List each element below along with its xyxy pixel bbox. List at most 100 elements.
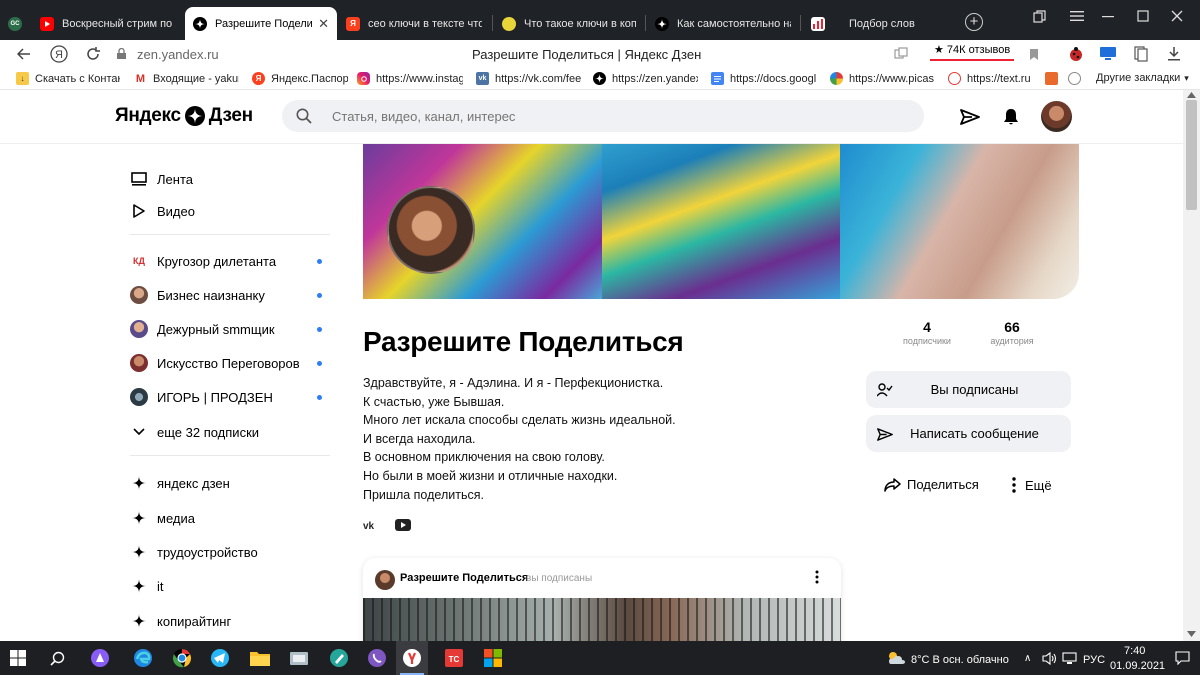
bookmark-item[interactable]: https://www.picas bbox=[830, 72, 936, 85]
sidebar-interest[interactable]: яндекс дзен bbox=[130, 472, 330, 494]
alice-assistant-icon[interactable] bbox=[88, 646, 112, 670]
telegram-icon[interactable] bbox=[208, 646, 232, 670]
screen-extension-icon[interactable] bbox=[1099, 45, 1117, 63]
pen-app-icon[interactable] bbox=[327, 646, 351, 670]
tab-manager-icon[interactable] bbox=[1028, 5, 1050, 27]
file-explorer-icon[interactable] bbox=[248, 646, 272, 670]
vk-icon[interactable]: vk bbox=[362, 518, 380, 532]
sidebar-item-label: медиа bbox=[157, 510, 195, 526]
browser-menu-button[interactable]: GC bbox=[8, 7, 28, 40]
weather-cloud-icon[interactable] bbox=[884, 646, 908, 670]
sidebar-interest[interactable]: it bbox=[130, 575, 330, 597]
bookmark-item[interactable]: Я Яндекс.Паспорт bbox=[252, 72, 348, 85]
post-card[interactable]: Разрешите Поделиться вы подписаны bbox=[363, 558, 841, 641]
scroll-up-icon[interactable] bbox=[1187, 92, 1196, 98]
microsoft-store-icon[interactable] bbox=[481, 646, 505, 670]
sidebar-item-label: яндекс дзен bbox=[157, 475, 230, 491]
tab-6[interactable]: Подбор слов bbox=[803, 7, 953, 40]
pages-extension-icon[interactable] bbox=[1132, 45, 1150, 63]
sidebar-subscription[interactable]: Искусство Переговоров bbox=[130, 352, 330, 374]
post-image[interactable] bbox=[363, 598, 841, 641]
tab-1[interactable]: Воскресный стрим по Янд bbox=[32, 7, 184, 40]
chevron-up-icon[interactable]: ∧ bbox=[1024, 653, 1031, 664]
sidebar-more-subscriptions[interactable]: еще 32 подписки bbox=[130, 421, 330, 443]
tab-5[interactable]: Как самостоятельно напи bbox=[647, 7, 799, 40]
search-icon[interactable] bbox=[45, 646, 69, 670]
more-button[interactable]: Ещё bbox=[1011, 477, 1052, 493]
clock-time[interactable]: 7:40 bbox=[1124, 645, 1145, 657]
share-button[interactable]: Поделиться bbox=[884, 477, 979, 492]
send-message-icon[interactable] bbox=[959, 106, 981, 128]
new-tab-button[interactable]: + bbox=[965, 13, 983, 31]
sidebar-interest[interactable]: копирайтинг bbox=[130, 610, 330, 632]
translate-icon[interactable] bbox=[892, 45, 910, 63]
bookmark-item[interactable] bbox=[1045, 72, 1059, 85]
close-tab-icon[interactable]: ✕ bbox=[312, 16, 329, 32]
channel-title: Разрешите Поделиться bbox=[363, 326, 684, 357]
snipping-tool-icon[interactable] bbox=[287, 646, 311, 670]
sidebar-subscription[interactable]: КД Кругозор дилетанта bbox=[130, 250, 330, 272]
more-vertical-icon bbox=[1012, 477, 1016, 493]
bookmark-item[interactable]: https://docs.googl bbox=[711, 72, 818, 85]
tab-4[interactable]: Что такое ключи в копир bbox=[494, 7, 644, 40]
reload-button[interactable] bbox=[83, 44, 103, 64]
tab-3[interactable]: Я сео ключи в тексте что э bbox=[338, 7, 490, 40]
post-channel-avatar[interactable] bbox=[375, 570, 395, 590]
bookmark-icon[interactable] bbox=[1025, 45, 1043, 63]
url-text[interactable]: zen.yandex.ru bbox=[137, 47, 219, 62]
page-scrollbar[interactable] bbox=[1183, 90, 1200, 641]
bookmark-item[interactable]: ↓ Скачать с Контакт bbox=[16, 72, 120, 85]
post-channel-name[interactable]: Разрешите Поделиться bbox=[400, 572, 528, 584]
tab-2-active[interactable]: Разрешите Поделиться ✕ bbox=[185, 7, 337, 40]
post-subscription-status: вы подписаны bbox=[526, 573, 593, 584]
notifications-icon[interactable] bbox=[1170, 646, 1194, 670]
yandex-home-button[interactable]: Я bbox=[49, 44, 69, 64]
windows-start-icon[interactable] bbox=[6, 646, 30, 670]
reviews-badge[interactable]: ★ 74К отзывов bbox=[930, 43, 1015, 61]
download-icon[interactable] bbox=[1165, 45, 1183, 63]
zen-logo[interactable]: Яндекс Дзен bbox=[115, 105, 253, 127]
bookmark-item[interactable]: https://www.instag bbox=[357, 72, 463, 85]
close-window-icon[interactable] bbox=[1166, 5, 1188, 27]
zen-star-icon bbox=[130, 577, 148, 595]
bookmark-item[interactable]: M Входящие - yakun bbox=[134, 72, 239, 85]
subscribed-button[interactable]: Вы подписаны bbox=[866, 371, 1071, 408]
back-button[interactable] bbox=[14, 44, 34, 64]
write-message-button[interactable]: Написать сообщение bbox=[866, 415, 1071, 452]
hamburger-menu-icon[interactable] bbox=[1066, 5, 1088, 27]
search-box[interactable] bbox=[282, 100, 924, 132]
sidebar-subscription[interactable]: ИГОРЬ | ПРОДЗЕН bbox=[130, 386, 330, 408]
scroll-down-icon[interactable] bbox=[1187, 631, 1196, 637]
user-avatar[interactable] bbox=[1041, 101, 1072, 132]
scroll-thumb[interactable] bbox=[1186, 100, 1197, 210]
edge-browser-icon[interactable] bbox=[131, 646, 155, 670]
post-menu-icon[interactable] bbox=[815, 570, 825, 588]
minimize-window-icon[interactable] bbox=[1097, 5, 1119, 27]
sidebar-interest[interactable]: трудоустройство bbox=[130, 541, 330, 563]
bookmark-item[interactable]: https://zen.yandex bbox=[593, 72, 698, 85]
yandex-browser-icon[interactable] bbox=[400, 646, 424, 670]
clock-date[interactable]: 01.09.2021 bbox=[1110, 660, 1165, 672]
chrome-browser-icon[interactable] bbox=[170, 646, 194, 670]
sidebar-subscription[interactable]: Бизнес наизнанку bbox=[130, 284, 330, 306]
ladybug-extension-icon[interactable] bbox=[1067, 45, 1085, 63]
sidebar-item-video[interactable]: Видео bbox=[130, 200, 330, 222]
sidebar-subscription[interactable]: Дежурный smmщик bbox=[130, 318, 330, 340]
bookmark-item[interactable] bbox=[1068, 72, 1082, 85]
bookmark-item[interactable]: https://text.ru bbox=[948, 72, 1034, 85]
language-indicator[interactable]: РУС bbox=[1083, 654, 1105, 666]
tab-title: Что такое ключи в копир bbox=[524, 17, 636, 30]
sidebar-item-feed[interactable]: Лента bbox=[130, 168, 330, 190]
search-input[interactable] bbox=[332, 100, 892, 132]
tc-app-icon[interactable]: TC bbox=[442, 646, 466, 670]
youtube-icon[interactable] bbox=[394, 518, 412, 532]
lock-icon[interactable] bbox=[117, 47, 126, 59]
other-bookmarks[interactable]: Другие закладки ▾ bbox=[1096, 72, 1189, 84]
bookmark-item[interactable]: vk https://vk.com/fee bbox=[476, 72, 582, 85]
notifications-bell-icon[interactable] bbox=[1000, 106, 1022, 128]
viber-icon[interactable] bbox=[365, 646, 389, 670]
weather-text[interactable]: 8°C В осн. облачно bbox=[911, 654, 1009, 666]
network-icon[interactable] bbox=[1057, 646, 1081, 670]
maximize-window-icon[interactable] bbox=[1132, 5, 1154, 27]
sidebar-interest[interactable]: медиа bbox=[130, 507, 330, 529]
